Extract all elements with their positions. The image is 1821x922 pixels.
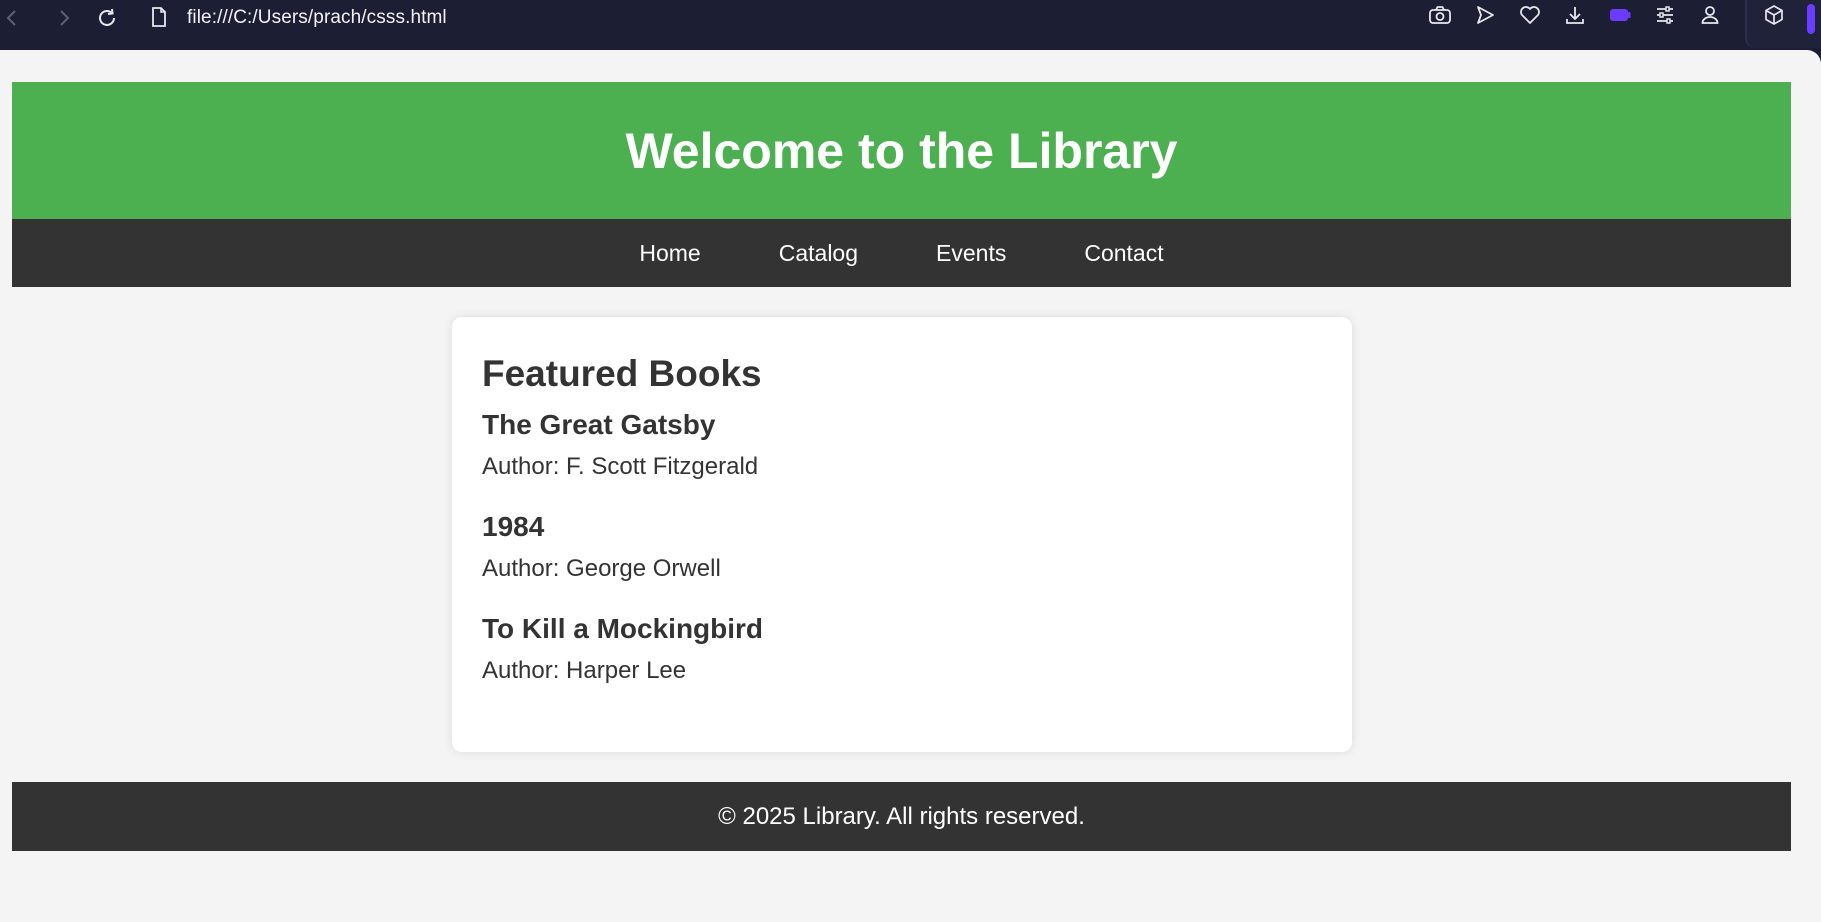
nav-link-contact[interactable]: Contact (1084, 240, 1163, 267)
site-footer: © 2025 Library. All rights reserved. (12, 782, 1791, 851)
book-title: The Great Gatsby (482, 409, 716, 440)
book-author: Author: F. Scott Fitzgerald (482, 453, 759, 480)
battery-icon[interactable] (1607, 2, 1633, 28)
book-item: To Kill a Mockingbird Author: Harper Lee (482, 613, 1322, 685)
profile-icon[interactable] (1697, 2, 1723, 28)
sidebar-accent-tab[interactable] (1807, 4, 1815, 34)
chevron-right-icon (57, 9, 71, 27)
reload-button[interactable] (95, 6, 119, 30)
page-title: Welcome to the Library (625, 122, 1178, 179)
footer-copyright: © 2025 Library. All rights reserved. (718, 802, 1085, 830)
back-button[interactable] (0, 6, 24, 30)
book-author: Author: George Orwell (482, 555, 721, 582)
file-icon (148, 5, 170, 29)
nav-link-events[interactable]: Events (936, 240, 1006, 267)
address-bar-url[interactable]: file:///C:/Users/prach/csss.html (187, 7, 447, 29)
reload-icon (96, 7, 118, 29)
camera-icon[interactable] (1427, 2, 1453, 28)
download-icon[interactable] (1562, 2, 1588, 28)
page-viewport: Welcome to the Library Home Catalog Even… (0, 50, 1821, 922)
forward-button[interactable] (52, 6, 76, 30)
nav-link-catalog[interactable]: Catalog (779, 240, 858, 267)
chevron-left-icon (5, 9, 19, 27)
book-item: 1984 Author: George Orwell (482, 511, 1322, 583)
book-title: To Kill a Mockingbird (482, 613, 764, 644)
book-author: Author: Harper Lee (482, 657, 687, 684)
section-title: Featured Books (482, 353, 762, 394)
site-header: Welcome to the Library (12, 82, 1791, 219)
book-item: The Great Gatsby Author: F. Scott Fitzge… (482, 409, 1322, 481)
nav-link-home[interactable]: Home (639, 240, 700, 267)
featured-books-card: Featured Books The Great Gatsby Author: … (452, 317, 1352, 752)
send-icon[interactable] (1472, 2, 1498, 28)
heart-icon[interactable] (1517, 2, 1543, 28)
main-nav: Home Catalog Events Contact (12, 219, 1791, 287)
sliders-icon[interactable] (1652, 2, 1678, 28)
browser-chrome: file:///C:/Users/prach/csss.html (0, 0, 1821, 48)
book-title: 1984 (482, 511, 545, 542)
cube-icon[interactable] (1761, 2, 1787, 28)
